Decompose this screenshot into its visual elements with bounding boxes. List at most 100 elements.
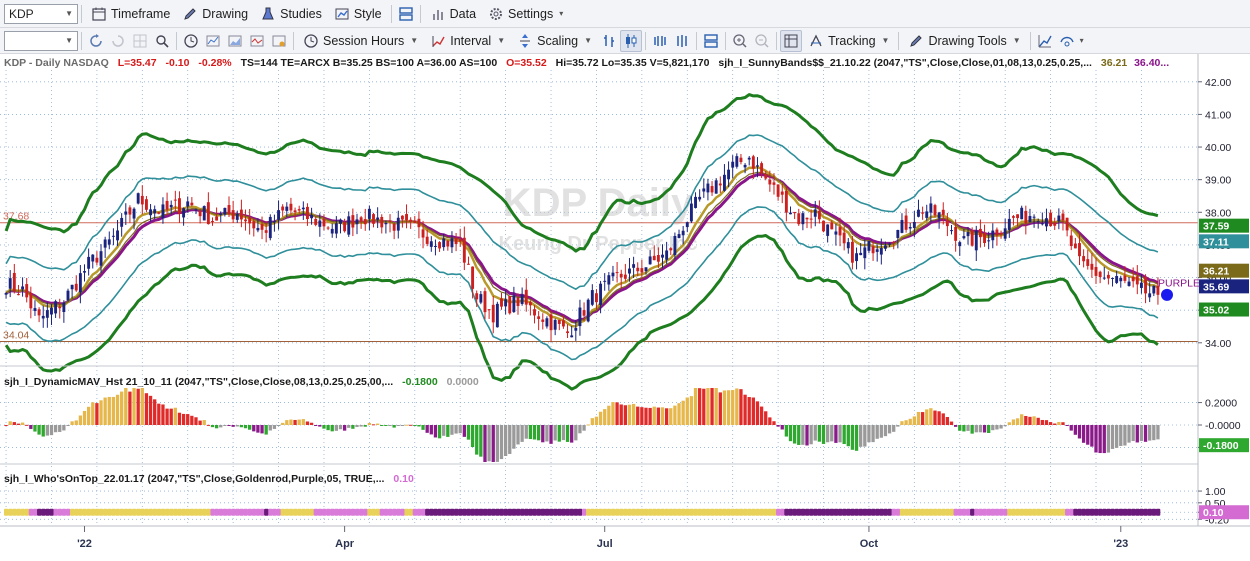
histogram-bar — [115, 394, 120, 425]
main-toolbar: KDP ▼ Timeframe Drawing Studies Style Da… — [0, 0, 1250, 28]
layout-button[interactable] — [395, 3, 417, 25]
histogram-bar — [528, 425, 533, 440]
line-chart-icon — [205, 33, 221, 49]
histogram-bar — [532, 425, 537, 440]
sync-icon — [1059, 33, 1075, 49]
timeframe-button[interactable]: Timeframe — [85, 3, 176, 25]
symbol-input[interactable]: KDP ▼ — [4, 3, 78, 24]
price-chart[interactable]: KDP Daily Keurig Dr Pepper Inc 37.6834.0… — [0, 54, 1250, 561]
data-button[interactable]: Data — [424, 3, 482, 25]
candle-body — [425, 236, 429, 244]
whos-on-top-segment — [338, 508, 343, 516]
candle-body — [87, 256, 91, 269]
candle-body — [1090, 263, 1094, 270]
whos-on-top-segment — [1003, 508, 1008, 516]
histogram-bar — [293, 419, 297, 425]
whos-on-top-segment — [70, 508, 75, 516]
zoom-out-button[interactable] — [751, 30, 773, 52]
study-line-button[interactable] — [202, 30, 224, 52]
style-button[interactable]: Style — [328, 3, 388, 25]
whos-on-top-segment — [1015, 508, 1020, 516]
candle-body — [293, 210, 297, 213]
clock-button[interactable] — [180, 30, 202, 52]
candle-body — [1053, 222, 1057, 226]
histogram-bar — [561, 425, 566, 441]
candle-body — [367, 208, 371, 219]
histogram-bar — [29, 425, 33, 429]
histogram-bar — [846, 425, 850, 447]
trendline-button[interactable] — [1034, 30, 1056, 52]
whos-on-top-segment — [1143, 508, 1148, 516]
chart-area[interactable]: KDP Daily Keurig Dr Pepper Inc 37.68 34.0… — [0, 54, 1250, 561]
bars-expand-button[interactable] — [671, 30, 693, 52]
whos-on-top-segment — [809, 508, 814, 516]
symbol-search-button[interactable] — [151, 30, 173, 52]
tracking-button[interactable]: Tracking ▼ — [802, 30, 895, 52]
whos-on-top-segment — [912, 508, 917, 516]
data-window-button[interactable] — [780, 29, 803, 52]
price-scales[interactable]: 42.0041.0040.0039.0038.0037.0036.0035.00… — [1198, 77, 1241, 527]
panes-button[interactable] — [700, 30, 722, 52]
histogram-bar — [144, 393, 149, 425]
refresh-button[interactable] — [85, 30, 107, 52]
candle-body — [260, 224, 264, 230]
indicator-button[interactable] — [246, 30, 268, 52]
format-button[interactable] — [268, 30, 290, 52]
candle-style-button[interactable] — [620, 29, 643, 52]
whos-on-top-segment — [268, 508, 273, 516]
date-axis[interactable]: '22 Apr Jul Oct '23 — [77, 526, 1128, 550]
candle-body — [991, 230, 995, 241]
histogram-bar — [698, 388, 702, 425]
toolbar-divider — [293, 31, 294, 50]
scaling-button[interactable]: Scaling ▼ — [511, 30, 598, 52]
candle-body — [1003, 228, 1007, 239]
histogram-bar — [656, 407, 661, 425]
candle-body — [983, 233, 986, 243]
whos-on-top-segment — [1155, 508, 1161, 516]
candle-body — [1082, 256, 1086, 262]
histogram-bar — [776, 425, 780, 427]
histogram-bar — [74, 420, 78, 425]
interval-button[interactable]: Interval ▼ — [424, 30, 511, 52]
bar-style-button[interactable] — [598, 30, 620, 52]
histogram-bar — [681, 400, 685, 425]
candle-body — [628, 268, 631, 274]
session-hours-button[interactable]: Session Hours ▼ — [297, 30, 424, 52]
zoom-in-button[interactable] — [729, 30, 751, 52]
candle-body — [25, 284, 29, 298]
histogram-bar — [710, 388, 714, 425]
candle-body — [867, 241, 871, 251]
settings-button[interactable]: Settings ▾ — [482, 3, 569, 25]
interval-input[interactable]: ▼ — [4, 30, 78, 51]
oscillator-scale-label: -0.0000 — [1205, 420, 1241, 432]
whos-on-top-segment — [441, 508, 447, 516]
bars-compress-button[interactable] — [649, 30, 671, 52]
whos-on-top-segment — [478, 508, 484, 516]
whos-on-top-segment — [222, 508, 228, 516]
chevron-down-icon: ▼ — [881, 36, 890, 45]
whos-on-top-segment — [709, 508, 715, 516]
candle-body — [438, 242, 442, 249]
histogram-bar — [615, 402, 619, 425]
histogram-bar — [495, 425, 500, 462]
histogram-bar — [491, 425, 495, 462]
grid-toggle-button[interactable] — [129, 30, 151, 52]
whos-on-top-segment — [714, 508, 719, 516]
candle-body — [124, 211, 128, 215]
candle-body — [198, 211, 202, 217]
drawing-button[interactable]: Drawing — [176, 3, 254, 25]
last-price-marker[interactable] — [1161, 288, 1173, 301]
candle-body — [698, 196, 702, 200]
histogram-bar — [1036, 417, 1040, 425]
histogram-bar — [764, 411, 768, 425]
chevron-down-icon[interactable]: ▾ — [1080, 36, 1084, 45]
whos-on-top-segment — [499, 508, 504, 516]
histogram-bar — [747, 397, 751, 425]
candle-body — [339, 219, 342, 224]
reload-button[interactable] — [107, 30, 129, 52]
histogram-bar — [367, 422, 372, 425]
sync-button[interactable] — [1056, 30, 1078, 52]
drawing-tools-button[interactable]: Drawing Tools ▼ — [902, 30, 1026, 52]
studies-button[interactable]: Studies — [254, 3, 328, 25]
study-area-button[interactable] — [224, 30, 246, 52]
